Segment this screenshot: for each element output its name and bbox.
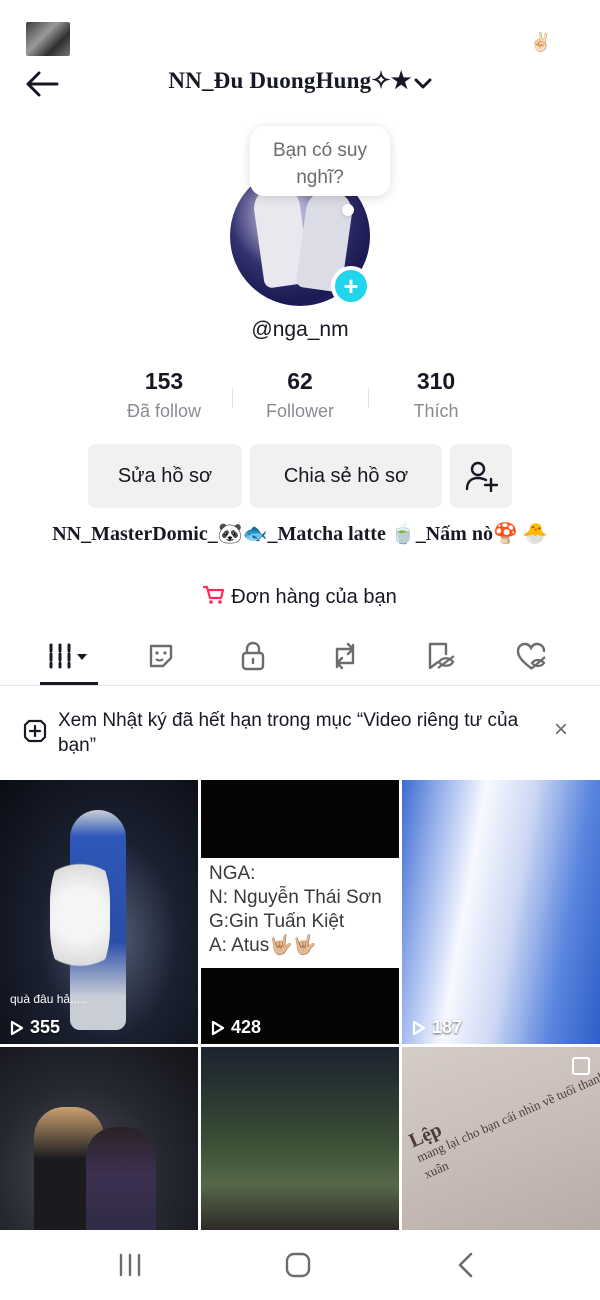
active-tab-indicator	[40, 682, 98, 685]
play-icon	[412, 1020, 426, 1035]
tab-favorites[interactable]	[412, 634, 468, 678]
chevron-down-icon	[414, 78, 432, 89]
video-thumbnail[interactable]: Lệp mang lại cho bạn cái nhìn về tuổi th…	[402, 1047, 600, 1230]
username-title: NN_Đu DuongHung✧★	[168, 68, 412, 93]
sticker-icon	[149, 644, 173, 668]
repost-icon	[335, 642, 355, 670]
tab-private[interactable]	[225, 634, 281, 678]
play-icon	[211, 1020, 225, 1035]
add-story-button[interactable]: +	[331, 266, 371, 306]
favorites-icon	[428, 642, 455, 670]
video-caption: quà đâu hả.....	[10, 992, 87, 1006]
stat-likes[interactable]: 310 Thích	[368, 368, 504, 422]
stat-followers[interactable]: 62 Follower	[232, 368, 368, 422]
chevron-left-icon	[458, 1252, 473, 1278]
profile-stats: 153 Đã follow 62 Follower 310 Thích	[96, 368, 504, 430]
video-text-panel: NGA: N: Nguyễn Thái Sơn G:Gin Tuấn Kiệt …	[201, 858, 399, 968]
tab-reposts[interactable]	[317, 634, 373, 678]
add-user-icon	[465, 461, 498, 492]
tab-liked[interactable]	[503, 634, 559, 678]
multi-photo-icon	[572, 1057, 590, 1075]
system-nav-bar	[0, 1230, 600, 1300]
home-button[interactable]	[268, 1250, 328, 1280]
video-thumbnail[interactable]: quà đâu hả..... 355	[0, 780, 198, 1044]
orders-link[interactable]: Đơn hàng của bạn	[0, 585, 600, 609]
add-friends-button[interactable]	[450, 444, 512, 508]
orders-label: Đơn hàng của bạn	[231, 586, 397, 608]
back-nav-button[interactable]	[436, 1250, 496, 1280]
profile-bio: NN_MasterDomic_🐼🐟_Matcha latte 🍵_Nấm nò🍄…	[52, 523, 548, 545]
video-grid: quà đâu hả..... 355 NGA: N: Nguyễn Thái …	[0, 780, 600, 1230]
recent-apps-button[interactable]	[100, 1250, 160, 1280]
video-thumbnail[interactable]: NGA: N: Nguyễn Thái Sơn G:Gin Tuấn Kiệt …	[201, 780, 399, 1044]
profile-handle: @nga_nm	[251, 318, 349, 341]
status-emoji: ✌🏻	[529, 32, 552, 52]
view-count: 355	[10, 1017, 60, 1038]
liked-icon	[516, 642, 546, 670]
video-thumbnail[interactable]: 187	[402, 780, 600, 1044]
tab-stickers[interactable]	[133, 634, 189, 678]
stat-value: 153	[144, 368, 184, 394]
stat-value: 62	[287, 368, 313, 394]
stat-label: Đã follow	[126, 401, 202, 421]
share-profile-button[interactable]: Chia sẻ hồ sơ	[250, 444, 442, 508]
thought-bubble[interactable]: Bạn có suy nghĩ?	[250, 126, 390, 196]
video-thumbnail[interactable]	[201, 1047, 399, 1230]
edit-profile-button[interactable]: Sửa hồ sơ	[88, 444, 242, 508]
videos-grid-icon	[49, 643, 87, 669]
profile-tabs	[0, 628, 600, 686]
notice-text: Xem Nhật ký đã hết hạn trong mục “Video …	[58, 710, 519, 756]
stat-label: Follower	[265, 401, 335, 421]
close-icon[interactable]: ×	[554, 718, 568, 742]
cart-icon	[203, 585, 225, 604]
profile-header: NN_Đu DuongHung✧★	[0, 62, 600, 106]
view-count: 428	[211, 1017, 261, 1038]
status-bar: ✌🏻	[0, 0, 600, 62]
home-icon	[285, 1252, 311, 1278]
stat-value: 310	[416, 368, 456, 394]
notification-thumbnail	[26, 22, 70, 56]
stat-label: Thích	[413, 401, 459, 421]
plus-icon: +	[343, 271, 359, 301]
account-switcher[interactable]: NN_Đu DuongHung✧★	[0, 68, 600, 94]
expired-diary-notice[interactable]: Xem Nhật ký đã hết hạn trong mục “Video …	[0, 696, 600, 768]
lock-icon	[241, 641, 265, 671]
thought-bubble-dot	[342, 204, 354, 216]
play-icon	[10, 1020, 24, 1035]
recent-apps-icon	[119, 1253, 141, 1277]
video-overlay-text: Lệp mang lại cho bạn cái nhìn về tuổi th…	[405, 1068, 600, 1182]
video-thumbnail[interactable]	[0, 1047, 198, 1230]
view-count: 187	[412, 1017, 462, 1038]
stat-following[interactable]: 153 Đã follow	[96, 368, 232, 422]
diary-plus-icon	[23, 719, 47, 743]
tab-videos[interactable]	[42, 634, 98, 678]
